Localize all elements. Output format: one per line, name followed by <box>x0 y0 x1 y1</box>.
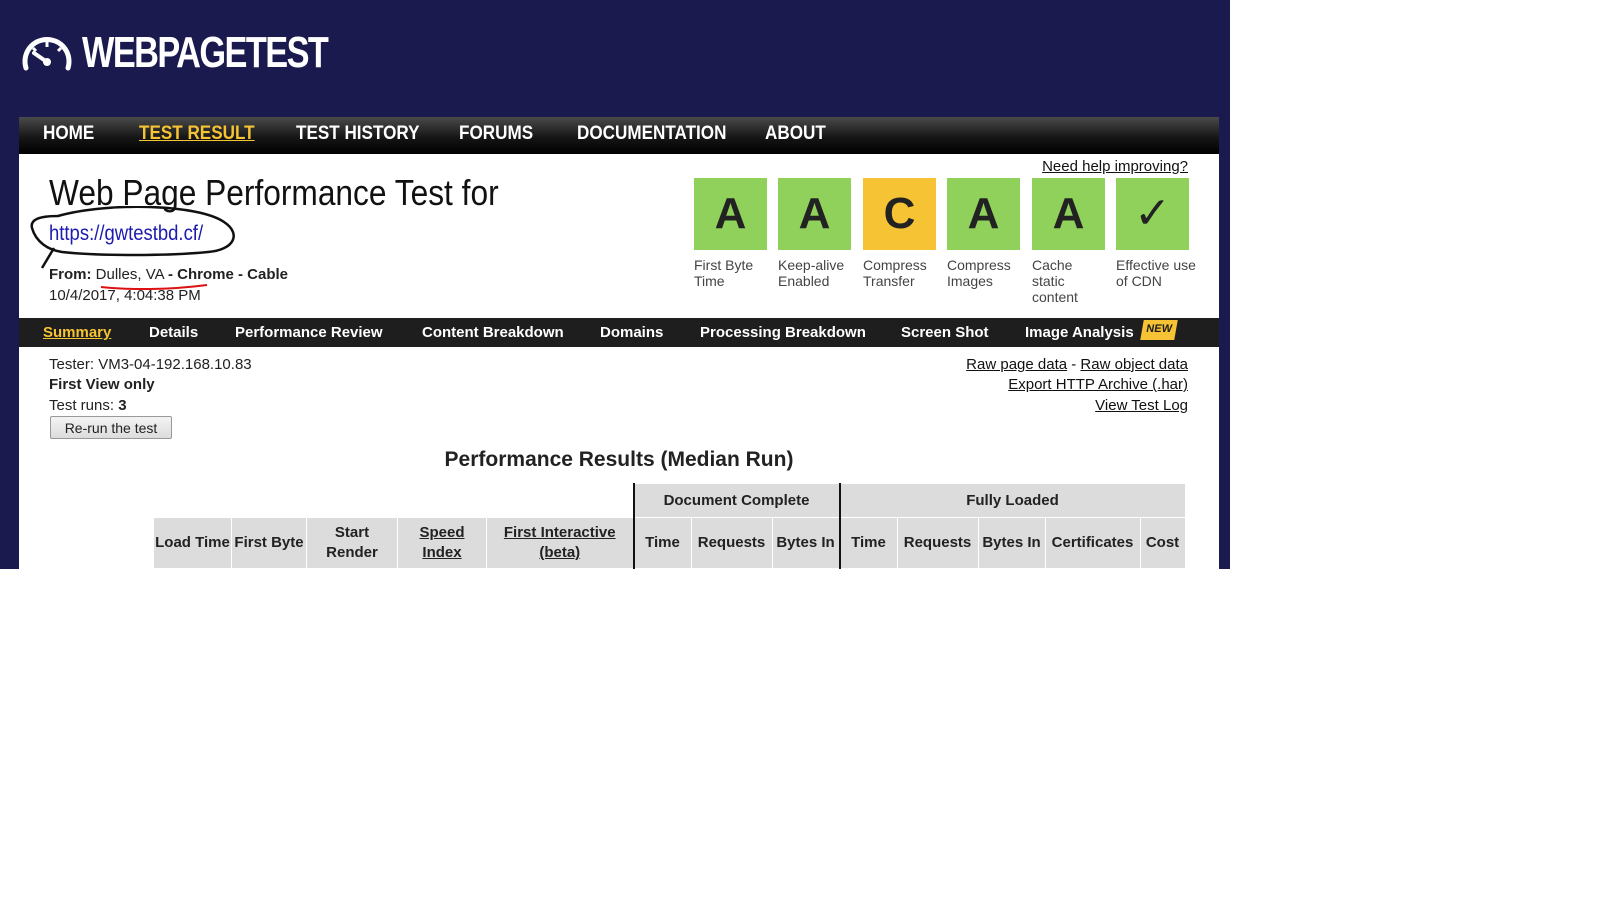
col-fl-bytes: Bytes In <box>977 517 1046 569</box>
logo-text: WEBPAGETEST <box>82 28 329 77</box>
test-location: From: Dulles, VA - Chrome - Cable <box>49 266 288 283</box>
links-separator: - <box>1071 356 1077 373</box>
col-fl-time: Time <box>838 517 898 569</box>
nav-test-result[interactable]: TEST RESULT <box>139 117 255 154</box>
checkmark-icon: ✓ <box>1116 178 1189 250</box>
grade-compress-images[interactable]: A Compress Images <box>947 178 1020 289</box>
logo[interactable]: WEBPAGETEST <box>20 30 397 76</box>
blank-cell <box>232 484 307 518</box>
tab-details[interactable]: Details <box>149 318 198 347</box>
first-interactive-link[interactable]: First Interactive (beta) <box>504 524 616 561</box>
raw-data-links: Raw page data - Raw object data <box>966 356 1188 373</box>
col-load-time: Load Time <box>153 517 232 569</box>
grade-first-byte-time[interactable]: A First Byte Time <box>694 178 767 289</box>
tab-summary[interactable]: Summary <box>43 318 111 347</box>
grade-label: Keep-alive Enabled <box>778 257 845 289</box>
col-first-byte: First Byte <box>231 517 307 569</box>
grade-label: Compress Images <box>947 257 1011 289</box>
tab-content-breakdown[interactable]: Content Breakdown <box>422 318 564 347</box>
new-badge: NEW <box>1140 320 1178 340</box>
results-title: Performance Results (Median Run) <box>444 448 794 471</box>
grade-letter: A <box>1032 178 1105 250</box>
speed-index-link[interactable]: Speed Index <box>419 524 464 561</box>
test-runs: Test runs: 3 <box>49 397 127 414</box>
blank-cell <box>154 484 232 518</box>
blank-cell <box>487 484 634 518</box>
runs-label: Test runs: <box>49 397 115 414</box>
tested-url-link[interactable]: https://gwtestbd.cf/ <box>49 222 203 246</box>
fully-loaded-header: Fully Loaded <box>838 483 1186 518</box>
grade-letter: C <box>863 178 936 250</box>
view-type: First View only <box>49 376 155 393</box>
grade-letter: A <box>947 178 1020 250</box>
from-label: From: <box>49 266 92 283</box>
raw-page-data-link[interactable]: Raw page data <box>966 356 1067 373</box>
help-improving-link[interactable]: Need help improving? <box>1042 158 1188 175</box>
col-start-render: Start Render <box>306 517 398 569</box>
blank-cell <box>398 484 487 518</box>
grade-compress-transfer[interactable]: C Compress Transfer <box>863 178 936 289</box>
grade-letter: A <box>778 178 851 250</box>
grade-cdn[interactable]: ✓ Effective use of CDN <box>1116 178 1196 289</box>
col-speed-index: Speed Index <box>397 517 487 569</box>
nav-about[interactable]: ABOUT <box>765 117 826 154</box>
nav-home[interactable]: HOME <box>43 117 94 154</box>
page-frame: WEBPAGETEST HOME TEST RESULT TEST HISTOR… <box>0 0 1230 569</box>
grade-label: Compress Transfer <box>863 257 927 289</box>
test-datetime: 10/4/2017, 4:04:38 PM <box>49 287 201 304</box>
nav-forums[interactable]: FORUMS <box>459 117 533 154</box>
col-dc-time: Time <box>632 517 692 569</box>
location: Dulles, VA <box>95 266 164 283</box>
top-nav: HOME TEST RESULT TEST HISTORY FORUMS DOC… <box>19 117 1219 154</box>
tab-image-analysis[interactable]: Image Analysis <box>1025 318 1134 347</box>
tab-performance-review[interactable]: Performance Review <box>235 318 383 347</box>
nav-documentation[interactable]: DOCUMENTATION <box>577 117 726 154</box>
tester-info: Tester: VM3-04-192.168.10.83 <box>49 356 252 373</box>
col-cost: Cost <box>1139 517 1186 569</box>
document-complete-header: Document Complete <box>632 483 840 518</box>
col-dc-requests: Requests <box>690 517 773 569</box>
view-test-log-link[interactable]: View Test Log <box>1095 397 1188 414</box>
speedometer-icon <box>22 36 72 71</box>
rerun-test-button[interactable]: Re-run the test <box>50 416 172 439</box>
export-har-link[interactable]: Export HTTP Archive (.har) <box>1008 376 1188 393</box>
browser: Chrome <box>177 266 234 283</box>
connection: Cable <box>247 266 288 283</box>
results-table: Document Complete Fully Loaded Load Time… <box>153 483 1186 569</box>
tab-processing-breakdown[interactable]: Processing Breakdown <box>700 318 866 347</box>
col-first-interactive: First Interactive (beta) <box>486 517 634 569</box>
col-fl-requests: Requests <box>896 517 979 569</box>
result-tabs: Summary Details Performance Review Conte… <box>19 318 1219 347</box>
sep-1: - <box>167 266 173 283</box>
grade-label: Effective use of CDN <box>1116 257 1196 289</box>
raw-object-data-link[interactable]: Raw object data <box>1080 356 1188 373</box>
grade-label: First Byte Time <box>694 257 754 289</box>
tab-domains[interactable]: Domains <box>600 318 663 347</box>
grade-letter: A <box>694 178 767 250</box>
tester-label: Tester: <box>49 356 95 373</box>
tab-screen-shot[interactable]: Screen Shot <box>901 318 989 347</box>
sep-2: - <box>237 266 243 283</box>
grade-cache-static[interactable]: A Cache static content <box>1032 178 1105 305</box>
col-dc-bytes: Bytes In <box>771 517 840 569</box>
col-certificates: Certificates <box>1044 517 1141 569</box>
content-panel: Web Page Performance Test for https://gw… <box>19 154 1219 569</box>
blank-cell <box>307 484 398 518</box>
runs-value: 3 <box>118 397 127 414</box>
grade-label: Cache static content <box>1032 257 1078 305</box>
tester-value: VM3-04-192.168.10.83 <box>98 356 252 373</box>
nav-test-history[interactable]: TEST HISTORY <box>296 117 420 154</box>
grade-keep-alive[interactable]: A Keep-alive Enabled <box>778 178 851 289</box>
